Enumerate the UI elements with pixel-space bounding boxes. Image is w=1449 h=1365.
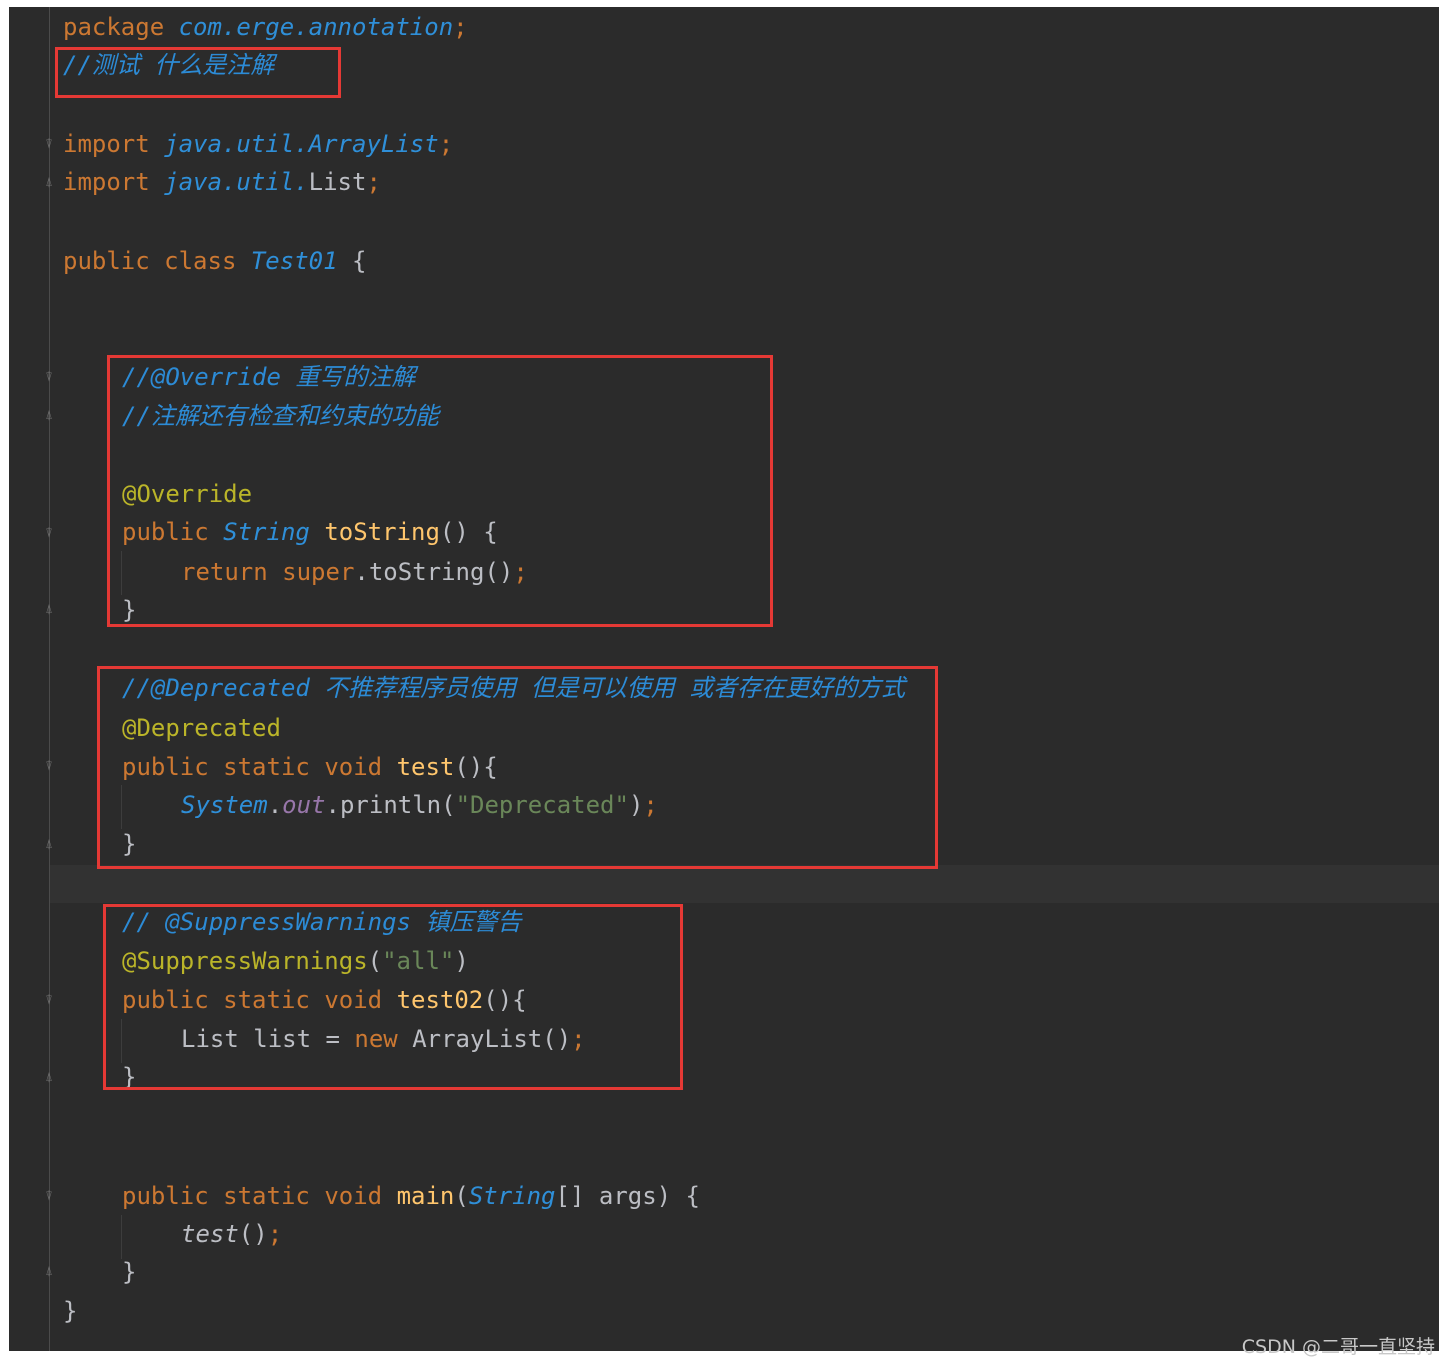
- brace: }: [63, 1297, 78, 1325]
- keyword: public: [63, 247, 150, 275]
- highlight-box-suppresswarnings: [103, 904, 683, 1090]
- package-name: com.erge.annotation: [178, 13, 454, 41]
- code-line-brace[interactable]: }: [122, 1256, 136, 1288]
- punctuation: (: [454, 1182, 469, 1210]
- semicolon: ;: [453, 13, 468, 41]
- code-line-main-declaration[interactable]: public static void main(String[] args) {: [122, 1180, 700, 1212]
- fold-close-icon[interactable]: ⍋: [42, 836, 56, 854]
- keyword: static: [223, 1182, 310, 1210]
- highlight-box-deprecated: [97, 666, 938, 869]
- keyword: void: [324, 1182, 383, 1210]
- semicolon: ;: [438, 130, 454, 158]
- gutter-divider: [49, 7, 50, 1351]
- code-line-brace[interactable]: }: [63, 1295, 77, 1327]
- fold-open-icon[interactable]: ⍒: [42, 992, 56, 1010]
- keyword: package: [63, 13, 165, 41]
- watermark: CSDN @二哥一直坚持: [1241, 1336, 1435, 1358]
- indent-guide: [121, 1215, 122, 1259]
- class-name: List: [308, 168, 367, 196]
- fold-close-icon[interactable]: ⍋: [42, 601, 56, 619]
- code-line-import[interactable]: import java.util.List;: [63, 166, 381, 198]
- parameters: [] args) {: [555, 1182, 701, 1210]
- brace: }: [122, 1258, 137, 1286]
- fold-open-icon[interactable]: ⍒: [42, 1188, 56, 1206]
- fold-close-icon[interactable]: ⍋: [42, 1069, 56, 1087]
- code-line-import[interactable]: import java.util.ArrayList;: [63, 128, 453, 160]
- import-path: java.util.ArrayList: [164, 130, 439, 158]
- keyword: import: [63, 130, 150, 158]
- keyword: import: [63, 168, 150, 196]
- keyword: class: [164, 247, 237, 275]
- fold-close-icon[interactable]: ⍋: [42, 407, 56, 425]
- semicolon: ;: [267, 1220, 283, 1248]
- method-call: test: [181, 1220, 239, 1248]
- fold-open-icon[interactable]: ⍒: [42, 525, 56, 543]
- highlight-box-comment: [55, 47, 341, 98]
- fold-open-icon[interactable]: ⍒: [42, 136, 56, 154]
- fold-close-icon[interactable]: ⍋: [42, 1263, 56, 1281]
- code-editor[interactable]: ⍒ ⍋ ⍒ ⍋ ⍒ ⍋ ⍒ ⍋ ⍒ ⍋ ⍒ ⍋ package com.erge…: [9, 7, 1439, 1351]
- punctuation: (): [238, 1220, 268, 1248]
- code-line-method-call[interactable]: test();: [181, 1218, 282, 1250]
- fold-close-icon[interactable]: ⍋: [42, 174, 56, 192]
- code-line-package[interactable]: package com.erge.annotation;: [63, 11, 468, 43]
- highlight-box-override: [107, 355, 773, 627]
- fold-open-icon[interactable]: ⍒: [42, 369, 56, 387]
- keyword: public: [122, 1182, 209, 1210]
- code-line-class-declaration[interactable]: public class Test01 {: [63, 245, 366, 277]
- fold-open-icon[interactable]: ⍒: [42, 758, 56, 776]
- semicolon: ;: [366, 168, 381, 196]
- type-name: String: [468, 1182, 556, 1210]
- import-path: java.util.: [164, 168, 309, 196]
- method-name: main: [396, 1182, 455, 1210]
- class-name: Test01: [250, 247, 338, 275]
- brace: {: [352, 247, 367, 275]
- current-line-highlight: [50, 865, 1439, 903]
